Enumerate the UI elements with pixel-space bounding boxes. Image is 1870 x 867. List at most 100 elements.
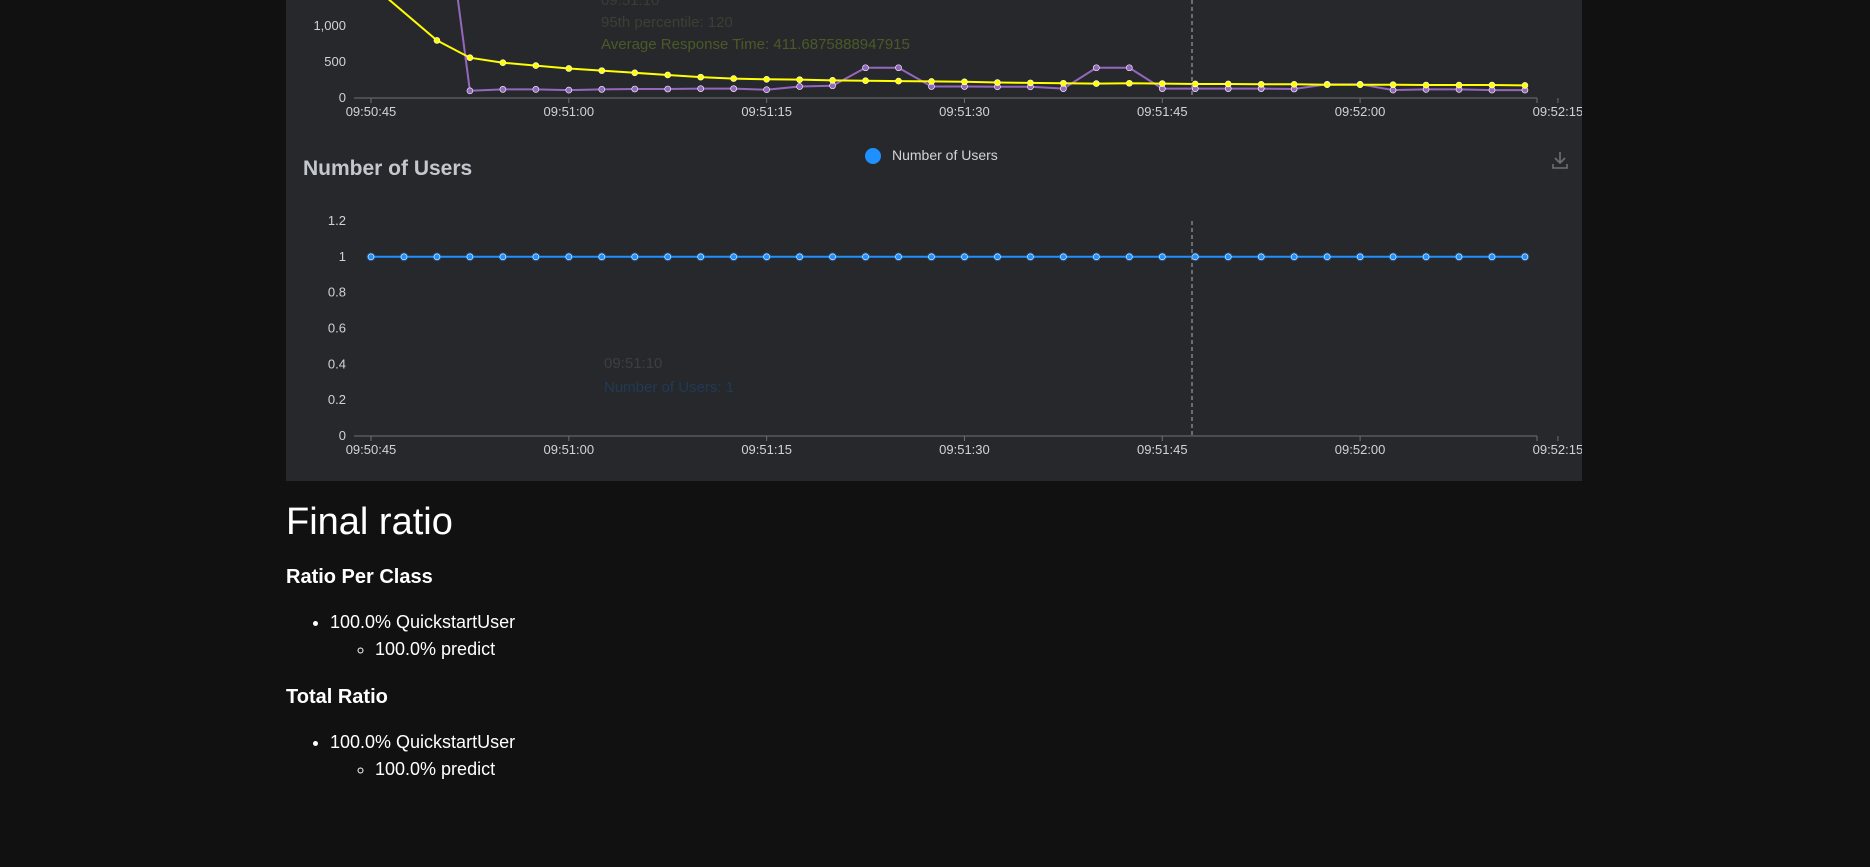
data-point[interactable]	[829, 253, 836, 261]
data-point[interactable]	[532, 62, 540, 69]
data-point[interactable]	[1488, 253, 1496, 261]
download-icon[interactable]	[1552, 152, 1568, 169]
data-point[interactable]	[829, 77, 836, 84]
x-tick-label: 09:52:00	[1335, 104, 1386, 119]
data-point[interactable]	[994, 253, 1001, 261]
data-point[interactable]	[367, 253, 375, 261]
data-point[interactable]	[1422, 253, 1430, 261]
data-point[interactable]	[1290, 253, 1298, 261]
data-point[interactable]	[862, 253, 869, 261]
data-point[interactable]	[466, 253, 474, 261]
data-point[interactable]	[565, 65, 573, 72]
data-point[interactable]	[1060, 79, 1067, 87]
data-point[interactable]	[532, 86, 540, 93]
data-point[interactable]	[1356, 253, 1364, 261]
legend-marker-icon[interactable]	[865, 148, 881, 164]
data-point[interactable]	[1224, 80, 1232, 88]
data-point[interactable]	[730, 75, 737, 82]
data-point[interactable]	[1126, 64, 1133, 72]
data-point[interactable]	[1389, 253, 1397, 261]
data-point[interactable]	[697, 253, 705, 261]
data-point[interactable]	[598, 86, 606, 93]
data-point[interactable]	[1323, 81, 1331, 88]
data-point[interactable]	[1257, 253, 1265, 261]
data-point[interactable]	[697, 85, 705, 92]
data-point[interactable]	[499, 253, 507, 261]
data-point[interactable]	[796, 76, 803, 83]
data-point[interactable]	[631, 69, 639, 77]
data-point[interactable]	[928, 78, 935, 85]
data-point[interactable]	[1158, 80, 1166, 87]
data-point[interactable]	[1389, 81, 1397, 88]
data-point[interactable]	[433, 37, 441, 44]
data-point[interactable]	[1323, 253, 1331, 261]
data-point[interactable]	[631, 253, 639, 261]
data-point[interactable]	[1356, 81, 1364, 88]
data-point[interactable]	[433, 253, 441, 261]
data-point[interactable]	[598, 253, 606, 261]
data-point[interactable]	[796, 83, 803, 90]
total-ratio-list: 100.0% QuickstartUser 100.0% predict	[286, 729, 1186, 783]
data-point[interactable]	[862, 77, 869, 85]
data-point[interactable]	[1422, 81, 1430, 89]
data-point[interactable]	[499, 86, 507, 93]
data-point[interactable]	[598, 67, 606, 74]
data-point[interactable]	[895, 77, 902, 85]
data-point[interactable]	[1060, 253, 1067, 261]
data-point[interactable]	[1389, 86, 1397, 94]
data-point[interactable]	[1158, 253, 1166, 261]
data-point[interactable]	[400, 253, 408, 261]
data-point[interactable]	[466, 87, 474, 95]
data-point[interactable]	[631, 85, 639, 93]
data-point[interactable]	[532, 253, 540, 261]
data-point[interactable]	[730, 253, 737, 261]
data-point[interactable]	[763, 253, 770, 261]
response-tooltip-line2: Average Response Time: 411.6875888947915	[601, 36, 910, 53]
data-point[interactable]	[928, 253, 935, 261]
data-point[interactable]	[961, 78, 968, 86]
data-point[interactable]	[565, 253, 573, 261]
data-point[interactable]	[994, 79, 1001, 86]
data-point[interactable]	[895, 64, 902, 72]
data-point[interactable]	[1093, 253, 1100, 261]
data-point[interactable]	[664, 253, 672, 261]
data-point[interactable]	[1027, 79, 1034, 87]
y-tick: 1.2	[328, 213, 346, 228]
data-point[interactable]	[1488, 81, 1496, 89]
task-ratio-text: 100.0% predict	[375, 638, 496, 659]
data-point[interactable]	[1257, 81, 1265, 88]
data-point[interactable]	[1126, 253, 1133, 261]
y-tick: 0	[339, 90, 346, 105]
charts-panel: 1,000 500 0 09:50:45 09:51:00 09:51:15 09:5…	[286, 0, 1781, 481]
data-point[interactable]	[1191, 253, 1199, 261]
data-point[interactable]	[796, 253, 803, 261]
data-point[interactable]	[829, 82, 836, 90]
data-point[interactable]	[1093, 64, 1100, 72]
data-point[interactable]	[1521, 253, 1529, 261]
data-point[interactable]	[1191, 80, 1199, 88]
data-point[interactable]	[895, 253, 902, 261]
data-point[interactable]	[730, 85, 737, 92]
data-point[interactable]	[763, 75, 770, 83]
data-point[interactable]	[961, 253, 968, 261]
data-point[interactable]	[1027, 253, 1034, 261]
data-point[interactable]	[1126, 79, 1133, 87]
data-point[interactable]	[466, 54, 474, 61]
data-point[interactable]	[664, 71, 672, 79]
data-point[interactable]	[1455, 253, 1463, 261]
data-point[interactable]	[1224, 253, 1232, 261]
data-point[interactable]	[664, 85, 672, 93]
task-ratio-text: 100.0% predict	[375, 758, 496, 779]
data-point[interactable]	[1455, 81, 1463, 89]
data-point[interactable]	[565, 86, 573, 94]
data-point[interactable]	[697, 73, 705, 81]
data-point[interactable]	[1290, 81, 1298, 88]
x-tick-label: 09:52:00	[1335, 442, 1386, 457]
data-point[interactable]	[499, 59, 507, 67]
data-point[interactable]	[1521, 82, 1529, 89]
data-point[interactable]	[862, 64, 869, 72]
users-legend-label[interactable]: Number of Users	[892, 147, 998, 163]
data-point[interactable]	[1060, 85, 1067, 92]
data-point[interactable]	[1093, 80, 1100, 87]
data-point[interactable]	[763, 86, 770, 94]
